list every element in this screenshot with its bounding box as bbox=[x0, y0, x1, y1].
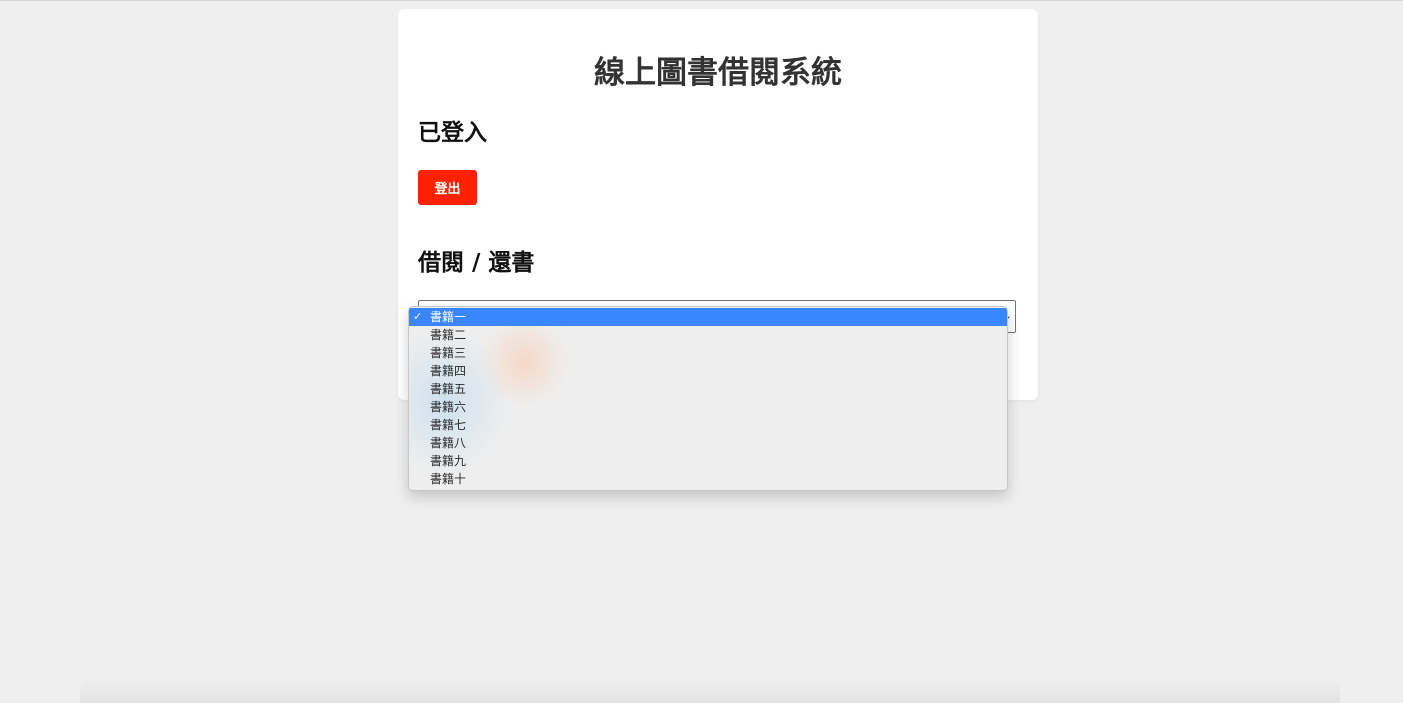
dropdown-option[interactable]: 書籍七 bbox=[409, 416, 1007, 434]
logout-button[interactable]: 登出 bbox=[418, 170, 477, 205]
dropdown-option[interactable]: 書籍九 bbox=[409, 452, 1007, 470]
dropdown-option[interactable]: 書籍六 bbox=[409, 398, 1007, 416]
dropdown-option[interactable]: ✓ 書籍一 bbox=[409, 308, 1007, 326]
book-select-dropdown: ✓ 書籍一 書籍二 書籍三 書籍四 書籍五 書籍六 書籍七 書籍八 書籍九 書籍… bbox=[408, 306, 1008, 491]
bottom-dock-shadow bbox=[80, 678, 1340, 703]
dropdown-option-label: 書籍六 bbox=[430, 400, 467, 414]
login-status-heading: 已登入 bbox=[418, 120, 487, 146]
dropdown-option-label: 書籍五 bbox=[430, 382, 467, 396]
window-top-border bbox=[0, 0, 1403, 1]
dropdown-option-label: 書籍一 bbox=[430, 310, 467, 324]
dropdown-option[interactable]: 書籍三 bbox=[409, 344, 1007, 362]
borrow-return-heading: 借閱 / 還書 bbox=[418, 250, 535, 276]
dropdown-option[interactable]: 書籍二 bbox=[409, 326, 1007, 344]
dropdown-option[interactable]: 書籍四 bbox=[409, 362, 1007, 380]
dropdown-option[interactable]: 書籍八 bbox=[409, 434, 1007, 452]
dropdown-option-label: 書籍八 bbox=[430, 436, 467, 450]
dropdown-option[interactable]: 書籍五 bbox=[409, 380, 1007, 398]
checkmark-icon: ✓ bbox=[413, 310, 423, 323]
dropdown-option-label: 書籍四 bbox=[430, 364, 467, 378]
dropdown-option[interactable]: 書籍十 bbox=[409, 470, 1007, 488]
dropdown-option-label: 書籍十 bbox=[430, 472, 467, 486]
page-title: 線上圖書借閱系統 bbox=[594, 55, 842, 91]
dropdown-option-label: 書籍九 bbox=[430, 454, 467, 468]
dropdown-option-label: 書籍二 bbox=[430, 328, 467, 342]
dropdown-option-label: 書籍三 bbox=[430, 346, 467, 360]
dropdown-option-label: 書籍七 bbox=[430, 418, 467, 432]
